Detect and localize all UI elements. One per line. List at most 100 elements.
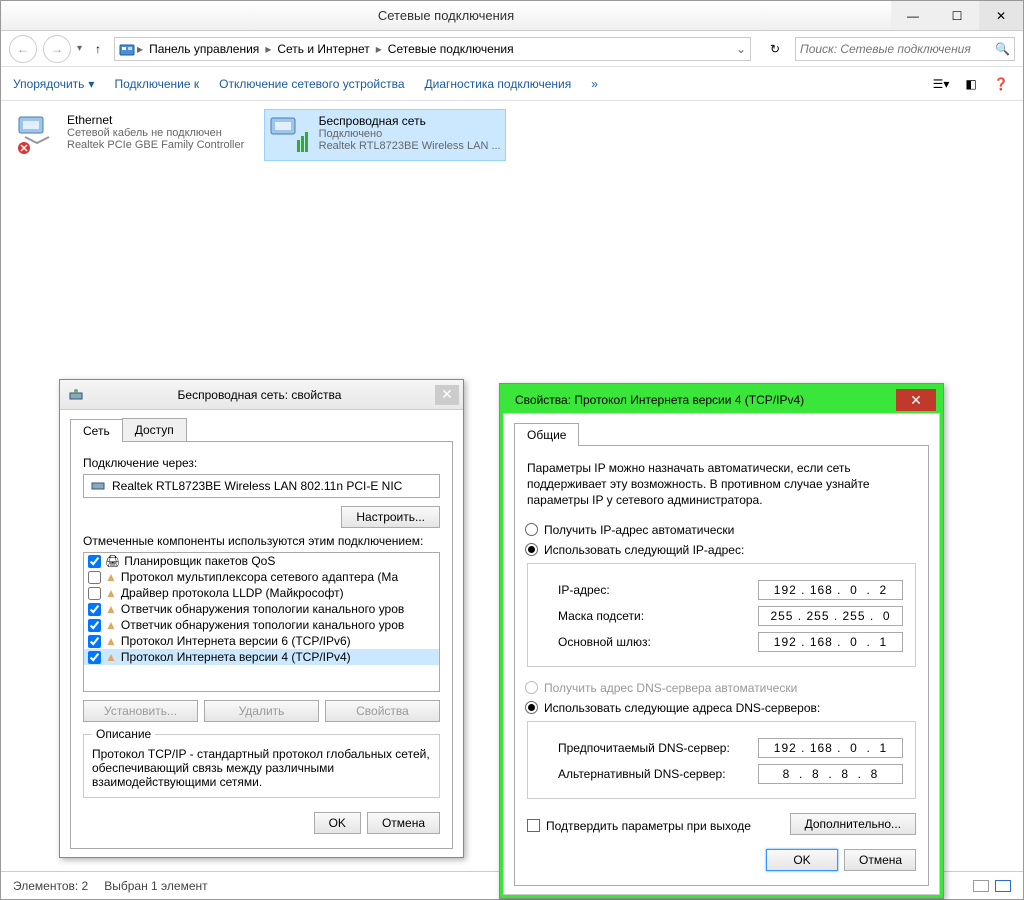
details-view-icon[interactable] xyxy=(973,880,989,892)
connection-status: Сетевой кабель не подключен xyxy=(67,127,244,139)
ok-button[interactable]: OK xyxy=(314,812,361,834)
ip-address-input[interactable] xyxy=(758,580,903,600)
list-item[interactable]: ▲Протокол мультиплексора сетевого адапте… xyxy=(84,569,439,585)
description-text: Параметры IP можно назначать автоматичес… xyxy=(527,460,916,509)
dialog-titlebar[interactable]: Беспроводная сеть: свойства ✕ xyxy=(60,380,463,410)
up-button[interactable]: ↑ xyxy=(88,39,108,59)
list-item[interactable]: ▲Протокол Интернета версии 4 (TCP/IPv4) xyxy=(84,649,439,665)
connection-device: Realtek RTL8723BE Wireless LAN ... xyxy=(319,140,501,152)
mask-label: Маска подсети: xyxy=(558,609,644,623)
maximize-button[interactable]: ☐ xyxy=(935,1,979,30)
subnet-mask-input[interactable] xyxy=(758,606,903,626)
toolbar: Упорядочить ▾ Подключение к Отключение с… xyxy=(1,67,1023,101)
search-input[interactable] xyxy=(800,42,995,56)
minimize-button[interactable]: — xyxy=(891,1,935,30)
radio-icon xyxy=(525,543,538,556)
connection-name: Ethernet xyxy=(67,113,244,127)
install-button[interactable]: Установить... xyxy=(83,700,198,722)
navbar: ← → ▾ ↑ ▸ Панель управления ▸ Сеть и Инт… xyxy=(1,31,1023,67)
breadcrumb-dropdown-icon[interactable]: ⌄ xyxy=(736,42,746,56)
help-icon[interactable]: ❓ xyxy=(991,74,1011,94)
search-box[interactable]: 🔍 xyxy=(795,37,1015,61)
advanced-button[interactable]: Дополнительно... xyxy=(790,813,916,835)
gateway-label: Основной шлюз: xyxy=(558,635,651,649)
connection-status: Подключено xyxy=(319,128,501,140)
connection-wireless[interactable]: Беспроводная сеть Подключено Realtek RTL… xyxy=(264,109,506,161)
history-dropdown-icon[interactable]: ▾ xyxy=(77,43,82,54)
window-title: Сетевые подключения xyxy=(1,8,891,23)
tab-access[interactable]: Доступ xyxy=(122,418,187,441)
list-item[interactable]: ▲Ответчик обнаружения топологии канально… xyxy=(84,617,439,633)
protocol-icon: ▲ xyxy=(105,602,117,616)
organize-menu[interactable]: Упорядочить ▾ xyxy=(13,77,94,91)
adapter-field: Realtek RTL8723BE Wireless LAN 802.11n P… xyxy=(83,474,440,498)
dns2-label: Альтернативный DNS-сервер: xyxy=(558,767,726,781)
list-item[interactable]: ▲Ответчик обнаружения топологии канально… xyxy=(84,601,439,617)
protocol-icon: 🖨 xyxy=(105,554,120,568)
close-button[interactable]: ✕ xyxy=(979,1,1023,30)
remove-button[interactable]: Удалить xyxy=(204,700,319,722)
tab-network[interactable]: Сеть xyxy=(70,419,123,442)
connection-name: Беспроводная сеть xyxy=(319,114,501,128)
control-panel-icon xyxy=(119,41,135,57)
wireless-properties-dialog: Беспроводная сеть: свойства ✕ Сеть Досту… xyxy=(59,379,464,858)
back-button[interactable]: ← xyxy=(9,35,37,63)
ok-button[interactable]: OK xyxy=(766,849,838,871)
ip-label: IP-адрес: xyxy=(558,583,610,597)
breadcrumb-item[interactable]: Панель управления xyxy=(145,42,263,56)
description-box: Описание Протокол TCP/IP - стандартный п… xyxy=(83,734,440,798)
connect-to-menu[interactable]: Подключение к xyxy=(114,77,199,91)
dns1-label: Предпочитаемый DNS-сервер: xyxy=(558,741,730,755)
protocol-icon: ▲ xyxy=(105,634,117,648)
alternate-dns-input[interactable] xyxy=(758,764,903,784)
refresh-button[interactable]: ↻ xyxy=(761,37,789,61)
preview-pane-icon[interactable]: ◧ xyxy=(961,74,981,94)
connect-via-label: Подключение через: xyxy=(83,456,440,470)
protocol-icon: ▲ xyxy=(105,570,117,584)
configure-button[interactable]: Настроить... xyxy=(341,506,440,528)
protocol-icon: ▲ xyxy=(105,650,117,664)
dialog-title: Беспроводная сеть: свойства xyxy=(84,388,435,402)
breadcrumb-item[interactable]: Сетевые подключения xyxy=(384,42,518,56)
tiles-view-icon[interactable] xyxy=(995,880,1011,892)
view-options-icon[interactable]: ☰▾ xyxy=(931,74,951,94)
description-text: Протокол TCP/IP - стандартный протокол г… xyxy=(92,747,431,789)
dialog-titlebar[interactable]: Свойства: Протокол Интернета версии 4 (T… xyxy=(503,387,940,413)
network-adapter-icon xyxy=(68,387,84,403)
cancel-button[interactable]: Отмена xyxy=(844,849,916,871)
wifi-icon xyxy=(269,114,311,156)
preferred-dns-input[interactable] xyxy=(758,738,903,758)
radio-manual-dns[interactable]: Использовать следующие адреса DNS-сервер… xyxy=(525,701,916,715)
radio-auto-dns: Получить адрес DNS-сервера автоматически xyxy=(525,681,916,695)
properties-button[interactable]: Свойства xyxy=(325,700,440,722)
titlebar: Сетевые подключения — ☐ ✕ xyxy=(1,1,1023,31)
search-icon: 🔍 xyxy=(995,42,1010,56)
overflow-menu[interactable]: » xyxy=(591,77,598,91)
cancel-button[interactable]: Отмена xyxy=(367,812,440,834)
gateway-input[interactable] xyxy=(758,632,903,652)
connection-ethernet[interactable]: Ethernet Сетевой кабель не подключен Rea… xyxy=(13,109,248,159)
selected-count: Выбран 1 элемент xyxy=(104,879,207,893)
breadcrumb-item[interactable]: Сеть и Интернет xyxy=(273,42,373,56)
content-area: Ethernet Сетевой кабель не подключен Rea… xyxy=(1,101,1023,871)
diagnose-menu[interactable]: Диагностика подключения xyxy=(425,77,572,91)
dialog-title: Свойства: Протокол Интернета версии 4 (T… xyxy=(511,393,896,407)
radio-icon xyxy=(525,523,538,536)
radio-auto-ip[interactable]: Получить IP-адрес автоматически xyxy=(525,523,916,537)
radio-manual-ip[interactable]: Использовать следующий IP-адрес: xyxy=(525,543,916,557)
checkbox-icon xyxy=(527,819,540,832)
disable-device-menu[interactable]: Отключение сетевого устройства xyxy=(219,77,404,91)
radio-icon xyxy=(525,681,538,694)
adapter-icon xyxy=(90,478,106,494)
list-item[interactable]: ▲Драйвер протокола LLDP (Майкрософт) xyxy=(84,585,439,601)
list-item[interactable]: ▲Протокол Интернета версии 6 (TCP/IPv6) xyxy=(84,633,439,649)
breadcrumb[interactable]: ▸ Панель управления ▸ Сеть и Интернет ▸ … xyxy=(114,37,751,61)
components-label: Отмеченные компоненты используются этим … xyxy=(83,534,440,548)
forward-button[interactable]: → xyxy=(43,35,71,63)
close-icon[interactable]: ✕ xyxy=(896,389,936,411)
validate-checkbox[interactable]: Подтвердить параметры при выходе xyxy=(527,819,751,833)
list-item[interactable]: 🖨Планировщик пакетов QoS xyxy=(84,553,439,569)
components-list[interactable]: 🖨Планировщик пакетов QoS ▲Протокол мульт… xyxy=(83,552,440,692)
close-icon[interactable]: ✕ xyxy=(435,385,459,405)
tab-general[interactable]: Общие xyxy=(514,423,579,446)
